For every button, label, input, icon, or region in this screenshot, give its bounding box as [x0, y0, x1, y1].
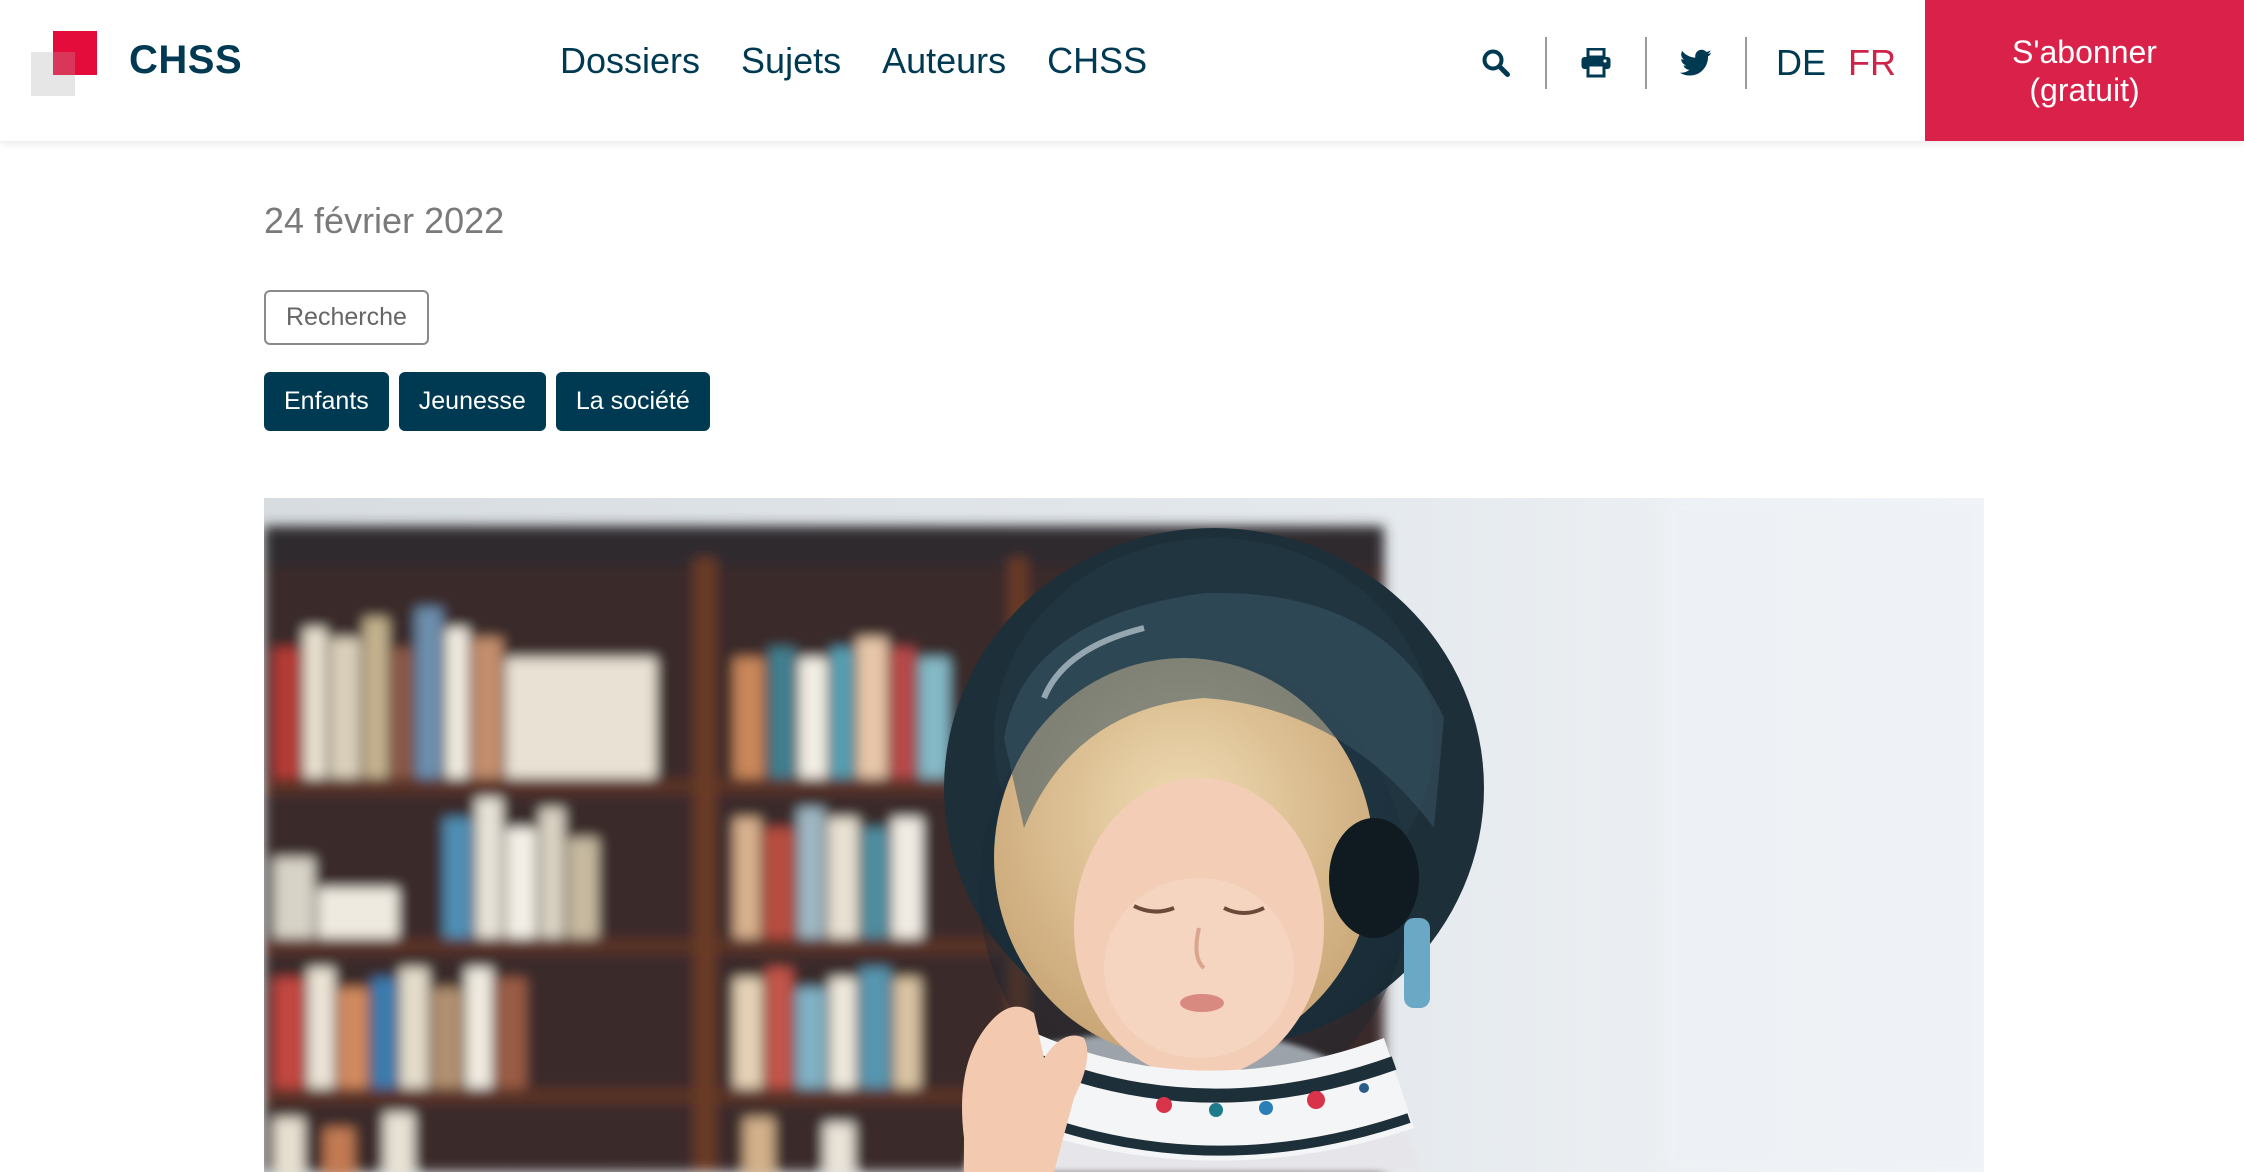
header-tools: DE FR — [1468, 36, 1896, 90]
subscribe-line-1: S'abonner — [2012, 33, 2157, 70]
subscribe-label: S'abonner (gratuit) — [2012, 33, 2157, 109]
tag-list: Enfants Jeunesse La société — [264, 372, 710, 431]
language-fr[interactable]: FR — [1848, 42, 1896, 84]
tag-enfants[interactable]: Enfants — [264, 372, 389, 431]
brand-name[interactable]: CHSS — [129, 38, 242, 83]
tag-jeunesse[interactable]: Jeunesse — [398, 372, 546, 431]
article-date: 24 février 2022 — [264, 200, 505, 241]
print-button[interactable] — [1568, 36, 1624, 90]
tag-la-societe[interactable]: La société — [555, 372, 710, 431]
hero-illustration — [264, 498, 1984, 1172]
print-icon — [1581, 48, 1611, 78]
divider — [1645, 37, 1647, 89]
hero-image — [264, 498, 1984, 1172]
subscribe-button[interactable]: S'abonner (gratuit) — [1925, 0, 2244, 141]
twitter-icon — [1680, 49, 1712, 76]
search-button[interactable] — [1468, 36, 1524, 90]
nav-item-sujets[interactable]: Sujets — [741, 40, 841, 82]
main-nav: Dossiers Sujets Auteurs CHSS — [560, 40, 1147, 82]
logo-overlap-square — [53, 52, 75, 75]
twitter-button[interactable] — [1668, 36, 1724, 90]
language-de[interactable]: DE — [1776, 42, 1826, 84]
category-badge[interactable]: Recherche — [264, 290, 429, 345]
search-icon — [1482, 49, 1510, 77]
subscribe-line-2: (gratuit) — [2029, 71, 2140, 108]
site-header: CHSS Dossiers Sujets Auteurs CHSS DE FR … — [0, 0, 2244, 141]
divider — [1545, 37, 1547, 89]
chss-logo[interactable] — [31, 31, 97, 97]
nav-item-dossiers[interactable]: Dossiers — [560, 40, 700, 82]
nav-item-chss[interactable]: CHSS — [1047, 40, 1147, 82]
divider — [1745, 37, 1747, 89]
nav-item-auteurs[interactable]: Auteurs — [882, 40, 1006, 82]
